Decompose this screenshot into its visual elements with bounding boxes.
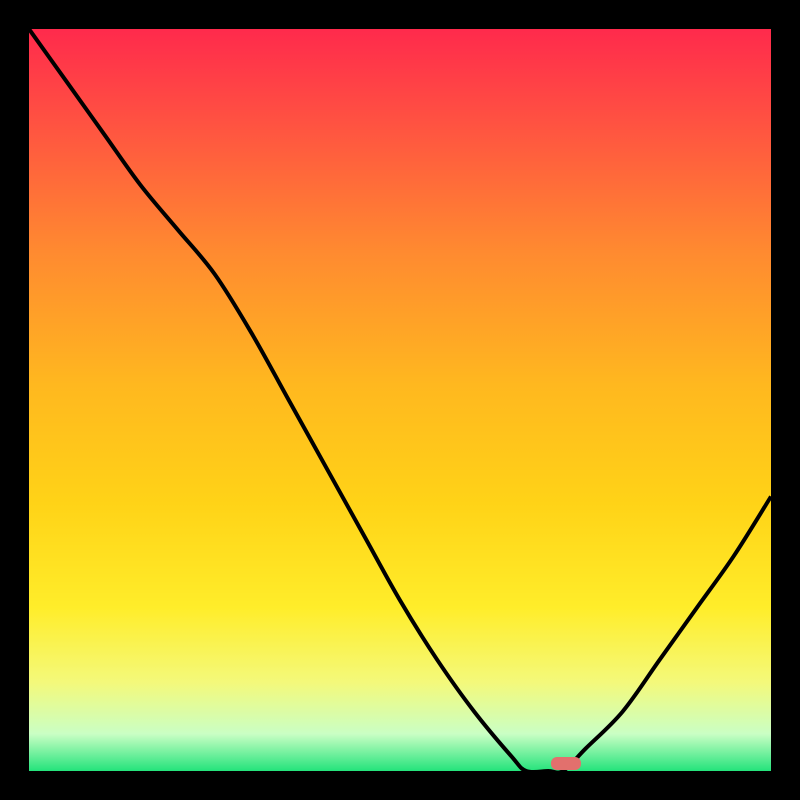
optimal-marker (551, 757, 581, 770)
chart-container: TheBottleneck.com (0, 0, 800, 800)
bottleneck-chart (0, 0, 800, 800)
